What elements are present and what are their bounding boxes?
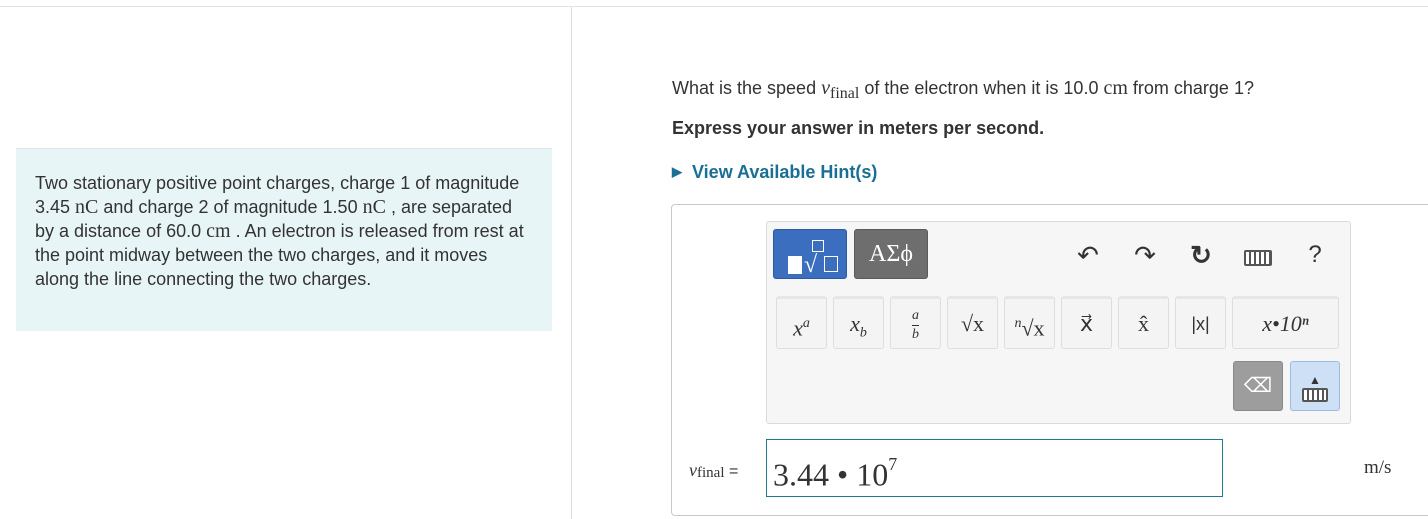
reset-icon[interactable]: ↻ xyxy=(1182,236,1220,274)
greek-symbols-tab[interactable]: ΑΣϕ xyxy=(854,229,928,279)
problem-text: Two stationary positive point charges, c… xyxy=(35,173,524,289)
absolute-value-key[interactable]: |x| xyxy=(1175,296,1226,349)
keyboard-icon xyxy=(1244,250,1272,266)
subscript-key[interactable]: xb xyxy=(833,296,884,349)
virtual-keyboard-toggle[interactable]: ▲ xyxy=(1290,361,1340,411)
fraction-key[interactable]: ab xyxy=(890,296,941,349)
delete-key[interactable]: ⌫ xyxy=(1233,361,1283,411)
vector-key[interactable]: x⃗ xyxy=(1061,296,1112,349)
top-divider xyxy=(0,6,1428,7)
keyboard-shortcuts-button[interactable] xyxy=(1239,236,1277,274)
unit-vector-key[interactable]: x̂ xyxy=(1118,296,1169,349)
question-text: What is the speed vfinal of the electron… xyxy=(672,77,1254,102)
redo-icon[interactable]: ↷ xyxy=(1126,236,1164,274)
template-box-icon xyxy=(812,240,824,252)
view-hints-link[interactable]: ▶ View Available Hint(s) xyxy=(672,162,877,183)
templates-tab[interactable]: √ xyxy=(773,229,847,279)
answer-unit: m/s xyxy=(1364,457,1392,478)
unit-cm: cm xyxy=(206,220,231,242)
unit-nC: nC xyxy=(362,196,386,218)
problem-statement-panel: Two stationary positive point charges, c… xyxy=(16,148,552,331)
template-box-icon xyxy=(824,256,838,272)
unit-nC: nC xyxy=(75,196,99,218)
keyboard-icon xyxy=(1302,388,1328,402)
radical-icon: √ xyxy=(804,252,818,278)
answer-instruction: Express your answer in meters per second… xyxy=(672,118,1045,138)
answer-input[interactable]: 3.44 • 107 xyxy=(766,439,1223,497)
backspace-icon: ⌫ xyxy=(1243,375,1273,397)
scientific-notation-key[interactable]: x•10ⁿ xyxy=(1232,296,1339,349)
help-button[interactable]: ? xyxy=(1296,236,1334,274)
superscript-key[interactable]: xa xyxy=(776,296,827,349)
expand-triangle-icon: ▶ xyxy=(672,164,682,179)
triangle-up-icon: ▲ xyxy=(1309,373,1321,387)
answer-variable-label: vfinal = xyxy=(689,460,739,481)
square-root-key[interactable]: √x xyxy=(947,296,998,349)
nth-root-key[interactable]: n√x xyxy=(1004,296,1055,349)
column-divider xyxy=(571,7,572,519)
template-box-icon xyxy=(788,256,802,274)
undo-icon[interactable]: ↶ xyxy=(1069,236,1107,274)
